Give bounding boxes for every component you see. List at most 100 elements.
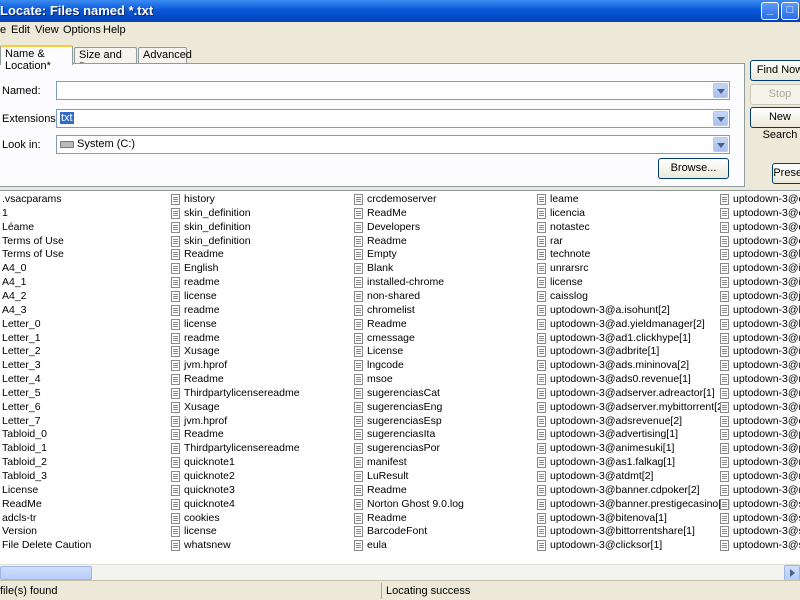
text-file-icon (171, 374, 180, 386)
menu-help[interactable]: Help (103, 24, 126, 36)
file-name: Tabloid_1 (2, 442, 47, 455)
text-file-icon (171, 512, 180, 524)
file-name: Léame (2, 220, 35, 233)
lookin-combo[interactable]: System (C:) (56, 135, 730, 154)
text-file-icon (537, 332, 546, 344)
text-file-icon (171, 194, 180, 205)
file-name: Terms of Use (2, 248, 64, 261)
file-name: uptodown-3@my (733, 400, 800, 413)
file-name: .vsacparams (2, 193, 62, 205)
extensions-combo[interactable]: txt (56, 109, 730, 128)
file-name: A4_2 (2, 289, 27, 302)
text-file-icon (354, 471, 363, 482)
file-name: rar (550, 234, 563, 247)
text-file-icon (537, 471, 546, 482)
file-name: skin_definition (184, 234, 251, 247)
text-file-icon (537, 498, 546, 510)
file-name: uptodown-3@adsrevenue[2] (550, 414, 683, 427)
scrollbar-thumb[interactable] (0, 566, 92, 580)
file-name: uptodown-3@iso (733, 262, 800, 275)
text-file-icon (720, 484, 729, 496)
text-file-icon (537, 429, 546, 441)
file-name: licencia (550, 206, 586, 219)
text-file-icon (537, 512, 546, 524)
file-name: uptodown-3@co (733, 206, 800, 219)
file-name: Letter_5 (2, 386, 41, 399)
text-file-icon (171, 443, 180, 455)
file-name: Letter_3 (2, 359, 41, 372)
title-bar[interactable]: Locate: Files named *.txt _ □ (0, 0, 800, 22)
text-file-icon (354, 207, 363, 219)
presets-button[interactable]: Presets (772, 163, 800, 184)
new-search-button[interactable]: New Search (750, 107, 800, 141)
file-name: license (184, 317, 217, 330)
text-file-icon (354, 249, 363, 261)
file-name: A4_0 (2, 262, 27, 275)
tab-size-date[interactable]: Size and Date (74, 47, 137, 73)
scroll-right-arrow-icon[interactable] (784, 565, 800, 581)
maximize-button[interactable]: □ (781, 2, 799, 20)
file-name: whatsnew (184, 539, 231, 552)
file-name: Readme (367, 511, 407, 524)
named-combo[interactable] (56, 81, 730, 100)
tab-advanced[interactable]: Advanced (138, 47, 192, 63)
file-name: uptodown-3@live (733, 317, 800, 330)
minimize-icon: _ (766, 4, 774, 16)
tab-name-location[interactable]: Name & Location* (0, 45, 73, 72)
text-file-icon (537, 221, 546, 233)
text-file-icon (171, 387, 180, 399)
text-file-icon (720, 318, 729, 330)
file-name: uptodown-3@advertising[1] (550, 428, 678, 441)
file-name: Readme (367, 317, 407, 330)
file-name: uptodown-3@od (733, 414, 800, 427)
text-file-icon (720, 332, 729, 344)
file-name: Norton Ghost 9.0.log (367, 497, 464, 510)
text-file-icon (171, 318, 180, 330)
file-name: Readme (184, 373, 224, 386)
file-name: crcdemoserver (367, 193, 437, 205)
text-file-icon (171, 429, 180, 441)
file-name: skin_definition (184, 206, 251, 219)
file-name: jvm.hprof (184, 414, 228, 427)
file-name: ReadMe (367, 206, 407, 219)
menu-edit[interactable]: Edit (11, 24, 30, 36)
file-name: uptodown-3@sta (733, 539, 800, 552)
stop-button[interactable]: Stop (750, 84, 800, 105)
file-name: Thirdpartylicensereadme (184, 442, 300, 455)
file-name: license (550, 276, 583, 289)
results-list[interactable]: .vsacparams 1 Léame Terms of Use Terms of Us… (0, 190, 800, 564)
file-name: unrarsrc (550, 262, 589, 275)
file-name: cookies (184, 511, 220, 524)
text-file-icon (537, 290, 546, 302)
text-file-icon (720, 346, 729, 358)
file-name: quicknote3 (184, 483, 235, 496)
text-file-icon (354, 540, 363, 552)
browse-button[interactable]: Browse... (658, 158, 729, 179)
text-file-icon (537, 346, 546, 358)
find-now-button[interactable]: Find Now (750, 60, 800, 81)
chevron-down-icon[interactable] (713, 111, 728, 126)
file-name: Letter_4 (2, 373, 41, 386)
file-name: uptodown-3@rev (733, 456, 800, 469)
text-file-icon (537, 387, 546, 399)
text-file-icon (720, 360, 729, 372)
text-file-icon (720, 374, 729, 386)
text-file-icon (720, 194, 729, 205)
text-file-icon (720, 540, 729, 552)
status-found: file(s) found (0, 585, 58, 597)
text-file-icon (537, 360, 546, 372)
text-file-icon (720, 249, 729, 261)
menu-options[interactable]: Options (63, 24, 101, 36)
text-file-icon (354, 263, 363, 275)
file-name: uptodown-3@adbrite[1] (550, 345, 660, 358)
file-name: manifest (367, 456, 407, 469)
chevron-down-icon[interactable] (713, 137, 728, 152)
minimize-button[interactable]: _ (761, 2, 779, 20)
file-name: uptodown-3@as1.falkag[1] (550, 456, 676, 469)
menu-view[interactable]: View (35, 24, 59, 36)
horizontal-scrollbar[interactable] (0, 564, 800, 581)
menu-file[interactable]: e (0, 24, 6, 36)
text-file-icon (171, 221, 180, 233)
text-file-icon (720, 387, 729, 399)
chevron-down-icon[interactable] (713, 83, 728, 98)
